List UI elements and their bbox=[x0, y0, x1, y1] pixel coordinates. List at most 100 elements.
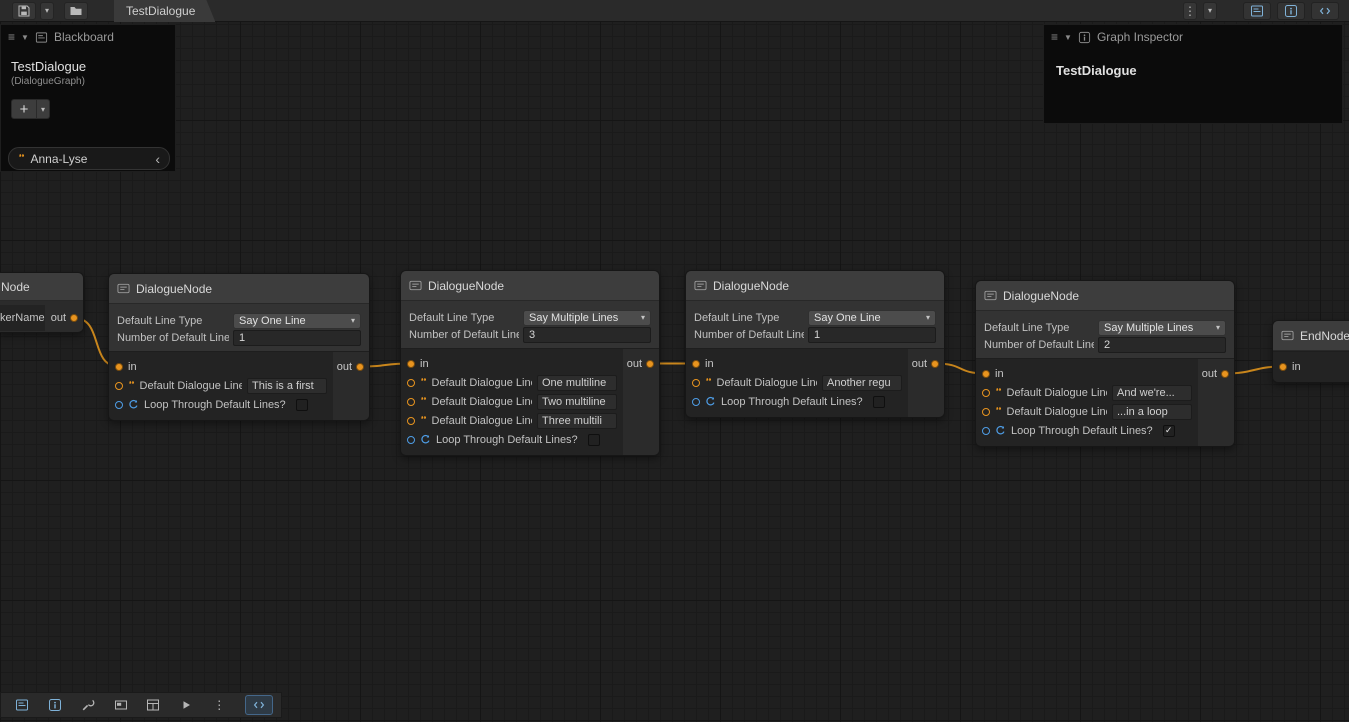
property-label: Number of Default Lines bbox=[409, 329, 519, 341]
node-title: EndNode bbox=[1300, 329, 1349, 343]
out-port[interactable] bbox=[356, 363, 364, 371]
bottombar-code-panel-button[interactable] bbox=[245, 695, 273, 715]
node-title-bar[interactable]: EndNode bbox=[1273, 321, 1349, 351]
out-port[interactable] bbox=[1221, 370, 1229, 378]
enum-dropdown[interactable]: Say One Line▾ bbox=[233, 313, 361, 329]
input-ports: in“Default Dialogue Line 1One multiline“… bbox=[401, 349, 623, 455]
out-port[interactable] bbox=[646, 360, 654, 368]
loop-port[interactable] bbox=[692, 398, 700, 406]
line-text-field[interactable]: Another regu bbox=[822, 375, 902, 391]
enum-dropdown[interactable]: Say One Line▾ bbox=[808, 310, 936, 326]
out-port-label: out bbox=[51, 312, 66, 324]
loop-port[interactable] bbox=[115, 401, 123, 409]
line-text-field[interactable]: Two multiline bbox=[537, 394, 617, 410]
graph-inspector-header[interactable]: ≡ ▼ Graph Inspector bbox=[1044, 25, 1342, 49]
loop-port[interactable] bbox=[982, 427, 990, 435]
add-property-button[interactable]: + bbox=[11, 99, 37, 119]
number-field[interactable]: 1 bbox=[233, 330, 361, 346]
output-ports: out bbox=[623, 349, 659, 455]
bottombar-board-button[interactable] bbox=[141, 695, 167, 715]
loop-row: Loop Through Default Lines? bbox=[109, 395, 333, 414]
blackboard-header[interactable]: ≡ ▼ Blackboard bbox=[1, 25, 175, 49]
save-dropdown-button[interactable]: ▾ bbox=[40, 2, 54, 20]
bottombar-overflow-button[interactable]: ⋮ bbox=[206, 695, 232, 715]
enum-dropdown[interactable]: Say Multiple Lines▾ bbox=[1098, 320, 1226, 336]
in-port[interactable] bbox=[982, 370, 990, 378]
blackboard-panel: ≡ ▼ Blackboard TestDialogue (DialogueGra… bbox=[0, 24, 176, 172]
dialogue-line-row: “Default Dialogue Line 3Three multili bbox=[401, 411, 623, 430]
bottombar-tools-button[interactable] bbox=[75, 695, 101, 715]
blackboard-field[interactable]: “ Anna-Lyse ‹ bbox=[8, 147, 170, 170]
end-node[interactable]: EndNode in bbox=[1272, 320, 1349, 383]
in-port[interactable] bbox=[407, 360, 415, 368]
collapse-triangle-icon[interactable]: ▼ bbox=[1064, 33, 1072, 42]
port-section: in“Default Dialogue Line 1One multiline“… bbox=[401, 348, 659, 455]
chevron-left-icon[interactable]: ‹ bbox=[155, 152, 160, 166]
output-ports: out bbox=[908, 349, 944, 417]
out-port-label: out bbox=[1202, 368, 1217, 380]
out-port[interactable] bbox=[931, 360, 939, 368]
in-port[interactable] bbox=[115, 363, 123, 371]
loop-port[interactable] bbox=[407, 436, 415, 444]
node-title-bar[interactable]: DialogueNode bbox=[109, 274, 369, 304]
line-port[interactable] bbox=[407, 417, 415, 425]
node-title-bar[interactable]: DialogueNode bbox=[401, 271, 659, 301]
open-asset-button[interactable] bbox=[64, 2, 88, 20]
loop-checkbox[interactable]: ✓ bbox=[1163, 425, 1175, 437]
dropdown-value: Say Multiple Lines bbox=[1104, 322, 1216, 334]
loop-checkbox[interactable] bbox=[296, 399, 308, 411]
line-port[interactable] bbox=[692, 379, 700, 387]
node-title-bar[interactable]: Node bbox=[0, 273, 83, 301]
line-text-field[interactable]: This is a first bbox=[247, 378, 327, 394]
add-property-dropdown[interactable]: ▾ bbox=[37, 99, 50, 119]
line-text-field[interactable]: One multiline bbox=[537, 375, 617, 391]
dialogue-node[interactable]: DialogueNodeDefault Line TypeSay One Lin… bbox=[685, 270, 945, 418]
node-properties: Default Line TypeSay One Line▾Number of … bbox=[686, 301, 944, 348]
toggle-inspector-button[interactable] bbox=[1277, 2, 1305, 20]
enum-dropdown[interactable]: Say Multiple Lines▾ bbox=[523, 310, 651, 326]
number-field[interactable]: 2 bbox=[1098, 337, 1226, 353]
chevron-down-icon: ▾ bbox=[1216, 323, 1220, 332]
node-title-bar[interactable]: DialogueNode bbox=[976, 281, 1234, 311]
collapse-triangle-icon[interactable]: ▼ bbox=[21, 33, 29, 42]
dialogue-node[interactable]: DialogueNodeDefault Line TypeSay Multipl… bbox=[975, 280, 1235, 447]
graph-tab[interactable]: TestDialogue bbox=[114, 0, 215, 22]
bottombar-inspector-button[interactable] bbox=[42, 695, 68, 715]
bottombar-blackboard-button[interactable] bbox=[9, 695, 35, 715]
line-port[interactable] bbox=[407, 379, 415, 387]
node-title-bar[interactable]: DialogueNode bbox=[686, 271, 944, 301]
in-port-row: in bbox=[976, 364, 1198, 383]
toggle-code-panel-button[interactable] bbox=[1311, 2, 1339, 20]
bottombar-play-button[interactable] bbox=[173, 695, 199, 715]
loop-checkbox[interactable] bbox=[873, 396, 885, 408]
line-text-field[interactable]: ...in a loop bbox=[1112, 404, 1192, 420]
property-row: Default Line TypeSay Multiple Lines▾ bbox=[401, 309, 659, 326]
bottombar-minimap-button[interactable] bbox=[108, 695, 134, 715]
line-port[interactable] bbox=[407, 398, 415, 406]
line-port[interactable] bbox=[115, 382, 123, 390]
in-port[interactable] bbox=[1279, 363, 1287, 371]
line-label: Default Dialogue Line 2 bbox=[1007, 406, 1108, 418]
overflow-menu-button[interactable]: ⋮ bbox=[1183, 2, 1197, 20]
menu-dropdown-button[interactable]: ▾ bbox=[1203, 2, 1217, 20]
line-text-field[interactable]: Three multili bbox=[537, 413, 617, 429]
line-port[interactable] bbox=[982, 389, 990, 397]
speaker-node-partial[interactable]: Node kerName out bbox=[0, 272, 84, 333]
field-name: Anna-Lyse bbox=[31, 152, 88, 166]
save-button[interactable] bbox=[12, 2, 36, 20]
in-port[interactable] bbox=[692, 360, 700, 368]
toolbar-right-group: ⋮ ▾ bbox=[1183, 2, 1339, 20]
dialogue-node[interactable]: DialogueNode Default Line TypeSay Multipl… bbox=[400, 270, 660, 456]
number-field[interactable]: 1 bbox=[808, 327, 936, 343]
line-port[interactable] bbox=[982, 408, 990, 416]
dropdown-value: Say Multiple Lines bbox=[529, 312, 641, 324]
line-text-field[interactable]: And we're... bbox=[1112, 385, 1192, 401]
in-port-label: in bbox=[705, 358, 714, 370]
number-field[interactable]: 3 bbox=[523, 327, 651, 343]
out-port[interactable] bbox=[70, 314, 78, 322]
loop-label: Loop Through Default Lines? bbox=[144, 399, 286, 411]
loop-checkbox[interactable] bbox=[588, 434, 600, 446]
dialogue-node[interactable]: DialogueNodeDefault Line TypeSay One Lin… bbox=[108, 273, 370, 421]
save-icon bbox=[17, 4, 31, 18]
toggle-blackboard-button[interactable] bbox=[1243, 2, 1271, 20]
